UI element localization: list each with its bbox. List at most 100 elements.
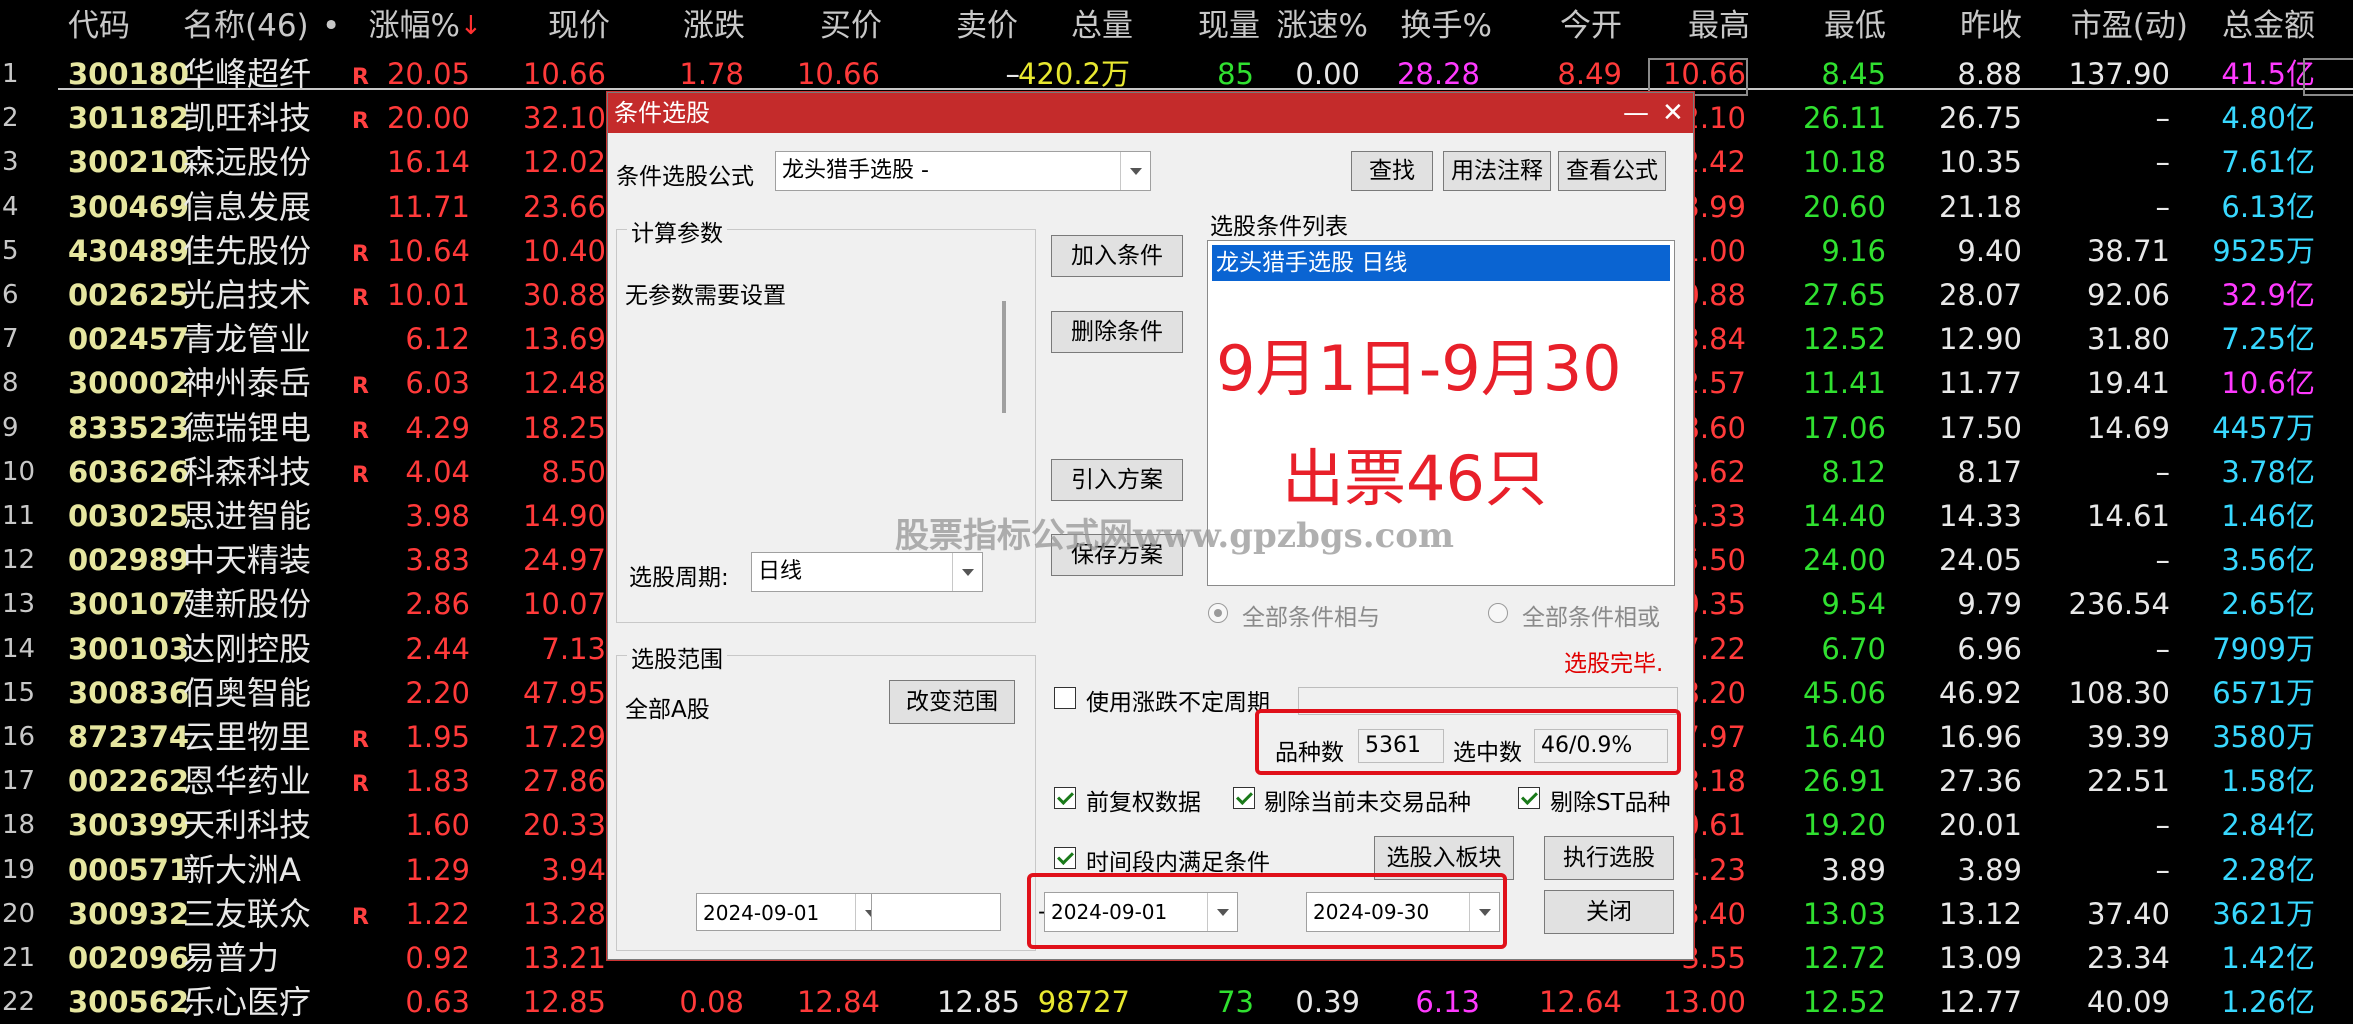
exclude-st-label: 剔除ST品种 xyxy=(1550,790,1671,816)
chevron-down-icon[interactable] xyxy=(1120,152,1150,190)
cell-idx: 1 xyxy=(2,59,19,89)
column-header[interactable]: 昨收 xyxy=(1952,6,2022,46)
cell-low: 26.11 xyxy=(1802,101,1886,136)
radio-all-and[interactable] xyxy=(1208,603,1228,623)
cell-high: 13.00 xyxy=(1662,985,1746,1020)
column-header[interactable]: 总金额 xyxy=(2215,6,2315,46)
cell-chg-pct: 6.12 xyxy=(405,322,470,357)
cell-idx: 7 xyxy=(2,324,19,355)
exclude-untraded-label: 剔除当前未交易品种 xyxy=(1264,790,1471,816)
cell-name: 易普力 xyxy=(183,939,280,977)
variable-period-checkbox[interactable] xyxy=(1054,687,1076,709)
range-value: 全部A股 xyxy=(625,697,710,723)
formula-value: 龙头猎手选股 - xyxy=(782,158,929,183)
add-condition-button[interactable]: 加入条件 xyxy=(1051,235,1183,277)
cell-idx: 12 xyxy=(2,545,36,576)
cell-amount: 9525万 xyxy=(2212,233,2315,268)
dialog-titlebar[interactable]: 条件选股 — ✕ xyxy=(608,93,1693,133)
column-header[interactable]: 换手% xyxy=(1392,6,1492,46)
cell-prev: 11.77 xyxy=(1938,366,2022,401)
column-header[interactable]: 买价 xyxy=(812,6,882,46)
cell-price: 12.02 xyxy=(522,145,606,180)
cell-pe: 14.61 xyxy=(2086,499,2170,533)
column-header[interactable]: 总量 xyxy=(1063,6,1133,46)
delete-condition-button[interactable]: 删除条件 xyxy=(1051,311,1183,353)
cell-low: 3.89 xyxy=(1821,852,1886,887)
params-scrollbar[interactable] xyxy=(1002,301,1006,413)
forward-adjust-checkbox[interactable] xyxy=(1054,787,1076,809)
column-header[interactable]: 代码 xyxy=(68,6,148,46)
cell-price: 23.66 xyxy=(522,189,606,224)
view-formula-button[interactable]: 查看公式 xyxy=(1558,151,1666,191)
change-range-button[interactable]: 改变范围 xyxy=(889,680,1015,724)
column-header[interactable]: 现量 xyxy=(1190,6,1260,46)
cell-low: 9.16 xyxy=(1821,233,1886,268)
column-header[interactable]: 涨速% xyxy=(1268,6,1368,46)
count-highlight-box xyxy=(1255,709,1681,775)
cell-name: 新大洲A xyxy=(183,850,301,889)
cell-chg-pct: 3.98 xyxy=(405,499,470,533)
column-header[interactable]: 涨跌 xyxy=(675,6,745,46)
cell-prev: 14.33 xyxy=(1938,499,2022,533)
amount-cell-highlight xyxy=(2303,58,2353,96)
column-header[interactable]: 涨幅% xyxy=(360,6,460,46)
cell-prev: 24.05 xyxy=(1938,543,2022,578)
column-header[interactable]: ↓ xyxy=(460,6,482,46)
period-select[interactable]: 日线 xyxy=(751,552,983,592)
cell-name: 森远股份 xyxy=(183,143,312,182)
minimize-icon[interactable]: — xyxy=(1623,93,1649,133)
cell-vol: 98727 xyxy=(1037,985,1130,1020)
cell-chg-pct: 2.44 xyxy=(405,631,470,666)
cell-name: 青龙管业 xyxy=(183,320,312,359)
cell-idx: 20 xyxy=(2,898,36,929)
selected-row-underline xyxy=(58,88,2353,90)
close-button[interactable]: 关闭 xyxy=(1544,890,1674,934)
column-header[interactable]: 现价 xyxy=(540,6,610,46)
cell-amount: 3580万 xyxy=(2212,720,2315,754)
cell-pe: 92.06 xyxy=(2086,278,2170,312)
close-icon[interactable]: ✕ xyxy=(1662,93,1684,133)
period-label: 选股周期: xyxy=(629,565,729,591)
cell-pe: – xyxy=(2155,808,2171,843)
exclude-st-checkbox[interactable] xyxy=(1518,787,1540,809)
cell-code: 300399 xyxy=(68,808,190,843)
column-header[interactable]: 市盈(动) xyxy=(2068,6,2188,46)
period-condition-checkbox[interactable] xyxy=(1054,847,1076,869)
find-button[interactable]: 查找 xyxy=(1351,151,1433,191)
exclude-untraded-checkbox[interactable] xyxy=(1233,787,1255,809)
column-header[interactable]: 最低 xyxy=(1816,6,1886,46)
cell-name: 乐心医疗 xyxy=(183,983,312,1022)
cell-amount: 4457万 xyxy=(2212,410,2315,445)
cell-chg-pct: 2.20 xyxy=(405,675,470,710)
cell-amount: 7.25亿 xyxy=(2221,322,2315,357)
radio-all-or[interactable] xyxy=(1488,603,1508,623)
import-scheme-button[interactable]: 引入方案 xyxy=(1051,459,1183,501)
date-from-picker[interactable]: 2024-09-01 xyxy=(696,893,886,931)
cell-chg-pct: 3.83 xyxy=(405,543,470,578)
cell-price: 13.69 xyxy=(522,322,606,357)
cell-pe: 38.71 xyxy=(2086,233,2170,268)
cell-price: 14.90 xyxy=(522,499,606,533)
cell-chg-pct: 16.14 xyxy=(386,145,470,180)
cell-low: 6.70 xyxy=(1821,631,1886,666)
variable-period-label: 使用涨跌不定周期 xyxy=(1086,690,1270,716)
column-header[interactable]: 名称(46) xyxy=(183,6,309,46)
cell-prev: 27.36 xyxy=(1938,764,2022,799)
column-header[interactable]: 今开 xyxy=(1552,6,1622,46)
date-to-picker[interactable] xyxy=(871,893,1001,931)
table-row[interactable]: 22 300562 乐心医疗 0.63 12.85 0.08 12.84 12.85 98727… xyxy=(0,980,2353,1024)
cell-code: 833523 xyxy=(68,410,190,445)
chevron-down-icon[interactable] xyxy=(952,553,982,591)
cell-low: 45.06 xyxy=(1802,675,1886,710)
cell-amount: 2.84亿 xyxy=(2221,808,2315,843)
execute-button[interactable]: 执行选股 xyxy=(1544,836,1674,880)
usage-notes-button[interactable]: 用法注释 xyxy=(1443,151,1551,191)
cell-amount: 6571万 xyxy=(2212,675,2315,710)
cell-pe: – xyxy=(2155,101,2171,136)
formula-select[interactable]: 龙头猎手选股 - xyxy=(775,151,1151,191)
column-header[interactable]: • xyxy=(322,6,342,46)
column-header[interactable]: 最高 xyxy=(1680,6,1750,46)
column-header[interactable]: 卖价 xyxy=(948,6,1018,46)
cell-name: 云里物里 xyxy=(183,718,312,756)
condition-item[interactable]: 龙头猎手选股 日线 xyxy=(1212,245,1670,281)
